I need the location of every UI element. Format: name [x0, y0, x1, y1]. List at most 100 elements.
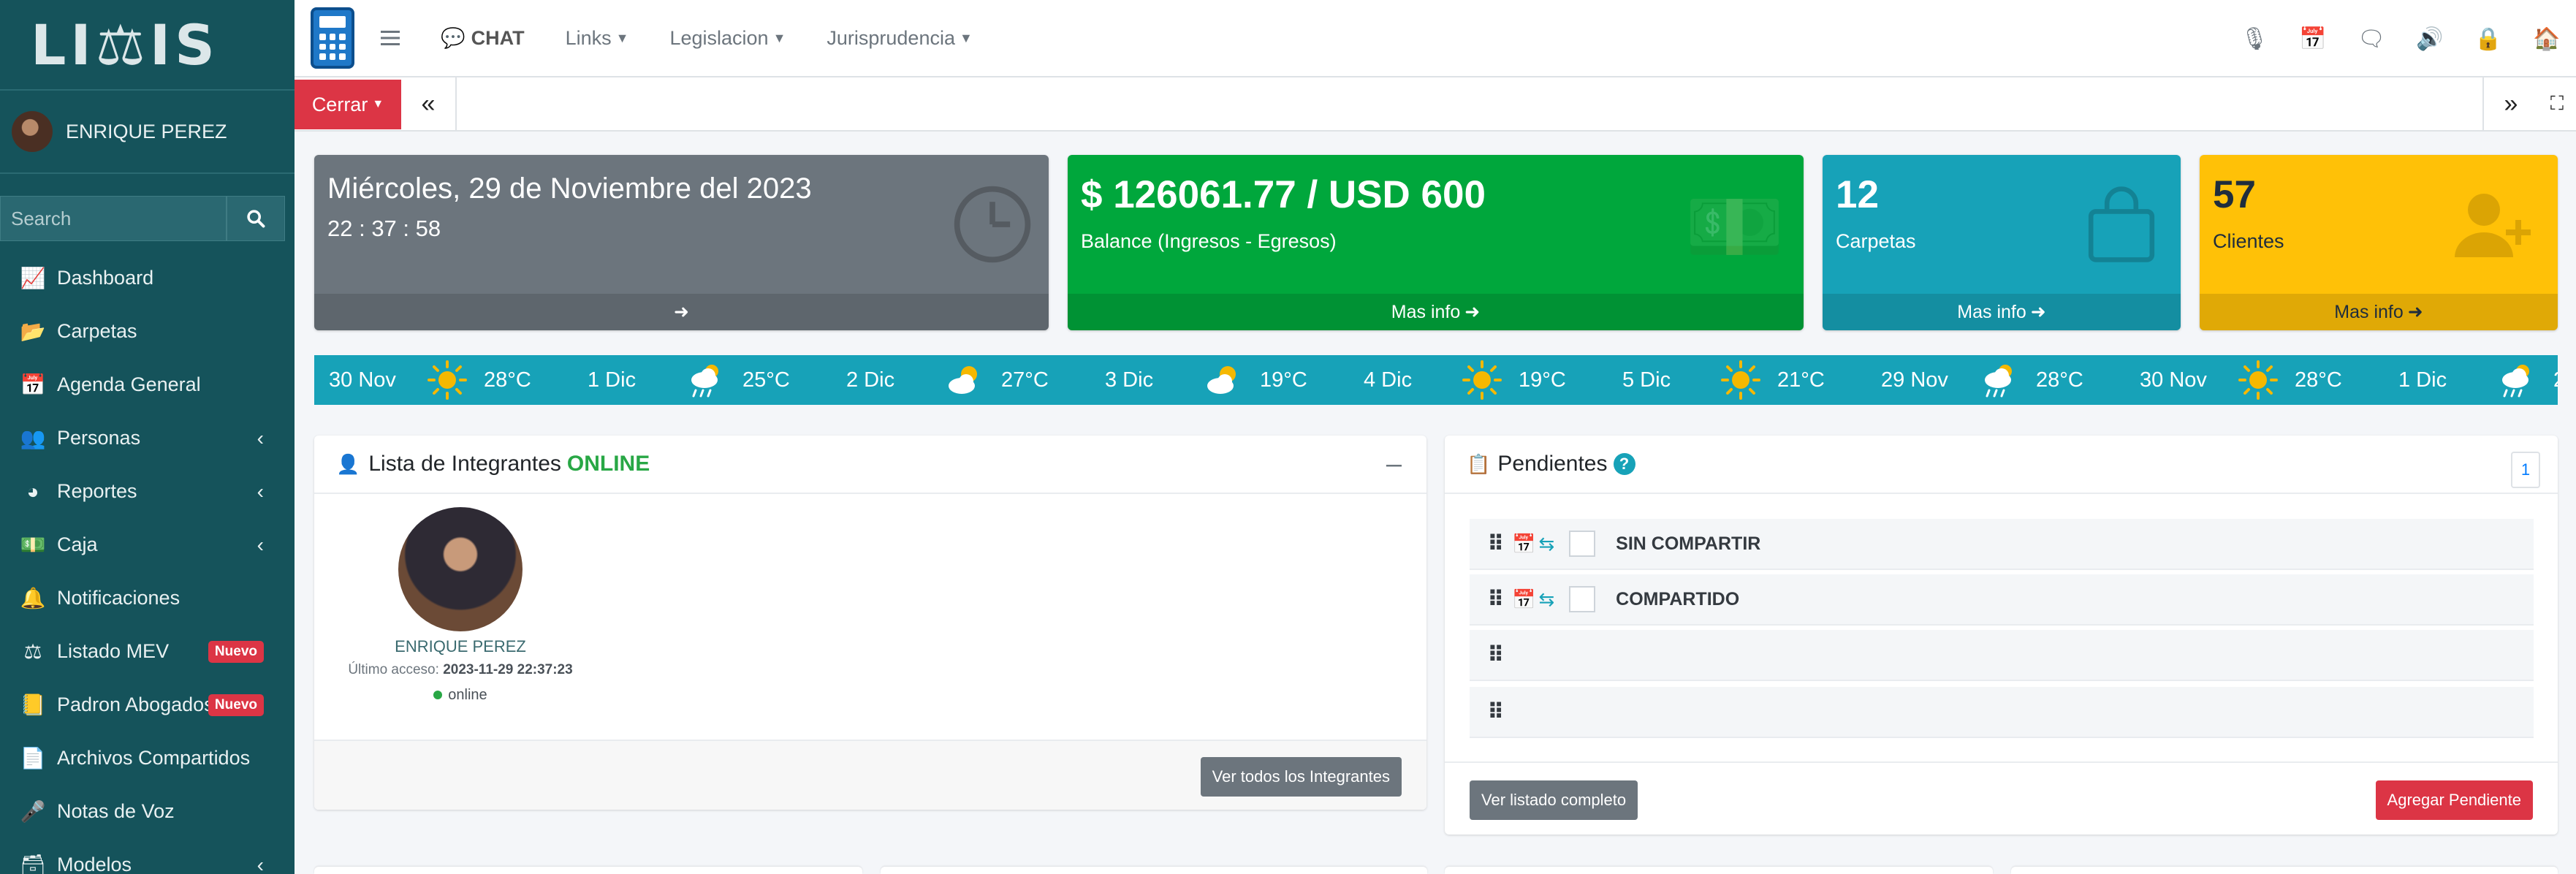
- clipboard-icon: 📋: [1467, 452, 1491, 475]
- calendar-icon[interactable]: 📅: [2284, 26, 2342, 52]
- user-panel[interactable]: ENRIQUE PEREZ: [0, 91, 295, 174]
- search-input[interactable]: [0, 196, 227, 241]
- tab-scroll-left-button[interactable]: «: [401, 77, 457, 130]
- weather-day: 30 Nov 28°C: [314, 360, 573, 400]
- sidebar-item-label: Notas de Voz: [57, 800, 175, 822]
- sidebar: LI⚖IS ENRIQUE PEREZ 📈 Dashboard 📂 Carpetas…: [0, 0, 295, 874]
- member-entry[interactable]: ENRIQUE PEREZ Último acceso: 2023-11-29 …: [343, 507, 577, 704]
- microphone-icon[interactable]: 🎙: [2225, 26, 2284, 52]
- weather-day: 1 Dic 25°C: [573, 360, 832, 400]
- sidebar-item-padron-abogados[interactable]: 📒 Padron Abogados Nuevo: [0, 678, 295, 732]
- card-title: Pendientes: [1497, 452, 1608, 476]
- question-circle-icon[interactable]: ?: [1613, 453, 1635, 475]
- caret-down-icon: ▼: [372, 98, 384, 110]
- weather-day: 4 Dic 19°C: [1349, 360, 1608, 400]
- sidebar-item-personas[interactable]: 👥 Personas ‹: [0, 411, 295, 465]
- top-icons: 🎙 📅 🗨 🔊 🔒 🏠: [2225, 0, 2576, 77]
- sidebar-item-modelos[interactable]: 🗃 Modelos ‹: [0, 838, 295, 874]
- close-tabs-button[interactable]: Cerrar ▼: [295, 80, 401, 129]
- legislacion-label: Legislacion: [669, 26, 769, 49]
- card-stub: [881, 867, 1427, 874]
- card-stub: [1445, 867, 1993, 874]
- comments-icon: 💬: [441, 27, 466, 49]
- jurisprudencia-dropdown[interactable]: Jurisprudencia ▼: [827, 27, 972, 50]
- pending-count-badge: 1: [2511, 452, 2540, 488]
- lock-icon[interactable]: 🔒: [2459, 26, 2518, 52]
- sidebar-item-label: Agenda General: [57, 373, 201, 395]
- share-users-icon[interactable]: ⇆: [1538, 588, 1554, 611]
- bars-icon: [381, 31, 400, 45]
- links-dropdown[interactable]: Links ▼: [566, 27, 629, 50]
- status-dot-icon: [433, 691, 443, 699]
- volume-icon[interactable]: 🔊: [2401, 26, 2459, 52]
- clientes-box: 57 Clientes Mas info ➜: [2200, 155, 2558, 330]
- money-bill-icon: 💵: [20, 533, 46, 556]
- weather-temp: 28°C: [484, 368, 531, 392]
- collapse-button[interactable]: –: [1386, 449, 1402, 480]
- grip-vertical-icon[interactable]: ⠿: [1487, 642, 1512, 668]
- clientes-more-info[interactable]: Mas info ➜: [2200, 294, 2558, 330]
- calendar-icon[interactable]: 📅: [1512, 588, 1535, 611]
- date-box-footer[interactable]: ➜: [314, 294, 1049, 330]
- balance-more-info[interactable]: Mas info ➜: [1068, 294, 1804, 330]
- sidebar-item-dashboard[interactable]: 📈 Dashboard: [0, 251, 295, 305]
- logo-text: LI⚖IS: [31, 12, 219, 77]
- full-list-button[interactable]: Ver listado completo: [1470, 780, 1638, 820]
- new-badge: Nuevo: [208, 694, 264, 716]
- fullscreen-button[interactable]: ⛶: [2538, 77, 2576, 130]
- chat-link[interactable]: 💬 CHAT: [441, 26, 525, 50]
- legislacion-dropdown[interactable]: Legislacion ▼: [669, 27, 786, 50]
- sidebar-item-listado-mev[interactable]: ⚖ Listado MEV Nuevo: [0, 625, 295, 678]
- sidebar-item-notificaciones[interactable]: 🔔 Notificaciones: [0, 571, 295, 625]
- sidebar-item-caja[interactable]: 💵 Caja ‹: [0, 518, 295, 571]
- carpetas-more-info[interactable]: Mas info ➜: [1823, 294, 2181, 330]
- add-pending-button[interactable]: Agregar Pendiente: [2375, 780, 2533, 820]
- sun-icon: [2238, 360, 2279, 400]
- sidebar-item-archivos[interactable]: 📄 Archivos Compartidos: [0, 732, 295, 785]
- sidebar-item-agenda[interactable]: 📅 Agenda General: [0, 358, 295, 411]
- cloud-rain-icon: [685, 360, 726, 400]
- share-users-icon[interactable]: ⇆: [1538, 533, 1554, 555]
- date-text: Miércoles, 29 de Noviembre del 2023: [327, 172, 812, 205]
- top-navbar: 💬 CHAT Links ▼ Legislacion ▼ Jurisprudenci…: [295, 0, 2576, 77]
- search-button[interactable]: [227, 196, 285, 241]
- sidebar-item-carpetas[interactable]: 📂 Carpetas: [0, 305, 295, 358]
- home-icon[interactable]: 🏠: [2518, 26, 2576, 52]
- close-label: Cerrar: [311, 93, 368, 115]
- list-item[interactable]: ⠿: [1470, 687, 2534, 738]
- grip-vertical-icon[interactable]: ⠿: [1487, 587, 1512, 612]
- card-header: 📋 Pendientes ? 1: [1445, 436, 2558, 494]
- pending-checkbox[interactable]: [1569, 531, 1596, 557]
- sidebar-item-reportes[interactable]: ◕ Reportes ‹: [0, 465, 295, 518]
- pending-checkbox[interactable]: [1569, 586, 1596, 612]
- user-plus-icon: [2455, 194, 2531, 257]
- sidebar-item-label: Modelos: [57, 854, 132, 874]
- calculator-icon[interactable]: [311, 7, 354, 69]
- sidebar-nav: 📈 Dashboard 📂 Carpetas 📅 Agenda General 👥 Pe…: [0, 251, 295, 874]
- user-icon: 👤: [336, 452, 360, 475]
- list-item[interactable]: ⠿ 📅 ⇆ COMPARTIDO: [1470, 574, 2534, 626]
- list-item[interactable]: ⠿ 📅 ⇆ SIN COMPARTIR: [1470, 519, 2534, 570]
- sun-icon: [1462, 360, 1502, 400]
- calendar-icon[interactable]: 📅: [1512, 533, 1535, 555]
- sidebar-item-label: Dashboard: [57, 267, 154, 289]
- balance-box: $ 126061.77 / USD 600 Balance (Ingresos …: [1068, 155, 1804, 330]
- weather-day: 29 Nov 28°C: [1866, 360, 2125, 400]
- brand-logo[interactable]: LI⚖IS: [0, 0, 295, 91]
- hamburger-menu-button[interactable]: [381, 30, 400, 46]
- grip-vertical-icon[interactable]: ⠿: [1487, 531, 1512, 557]
- balance-scale-icon: ⚖: [23, 640, 42, 663]
- sun-icon: [1720, 360, 1761, 400]
- angle-double-right-icon: »: [2504, 89, 2518, 118]
- weather-day: 3 Dic 19°C: [1090, 360, 1349, 400]
- comments-icon[interactable]: 🗨: [2342, 26, 2401, 52]
- money-bill-icon: 💵: [1684, 182, 1785, 272]
- weather-temp: 21°C: [1777, 368, 1825, 392]
- list-item[interactable]: ⠿: [1470, 630, 2534, 681]
- tab-scroll-right-button[interactable]: »: [2482, 77, 2538, 130]
- angle-double-left-icon: «: [421, 89, 436, 118]
- weather-date: 1 Dic: [2398, 368, 2447, 392]
- see-all-members-button[interactable]: Ver todos los Integrantes: [1200, 757, 1402, 797]
- sidebar-item-notas-voz[interactable]: 🎤 Notas de Voz: [0, 785, 295, 838]
- grip-vertical-icon[interactable]: ⠿: [1487, 699, 1512, 725]
